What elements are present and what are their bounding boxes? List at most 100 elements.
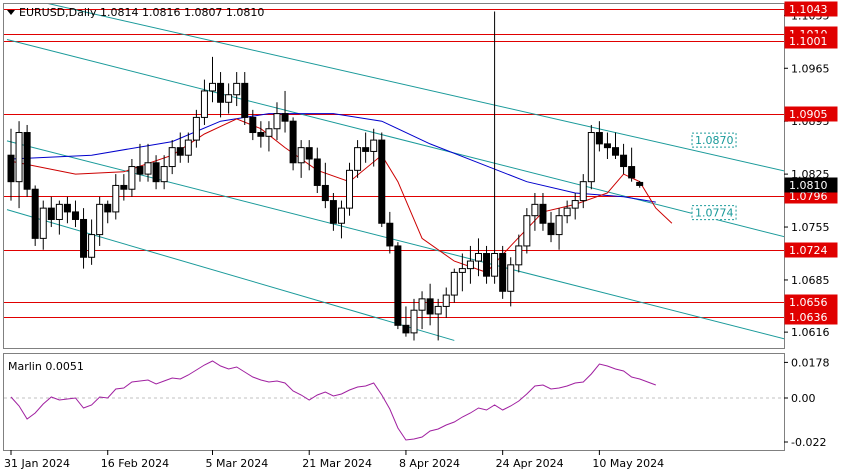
candle-body	[450, 271, 458, 296]
candle-body	[71, 211, 79, 220]
candle-body	[491, 252, 499, 277]
oscillator-title: Marlin 0.0051	[8, 360, 84, 373]
candle-body	[410, 309, 418, 334]
candle-body	[362, 147, 370, 152]
current-price-label: 1.0810	[789, 179, 828, 192]
candle-body	[442, 294, 450, 307]
candle-body	[628, 166, 636, 179]
candle-body	[47, 207, 55, 220]
candle-body	[515, 245, 523, 266]
price-axis: 1.06161.06851.07551.08251.08951.09651.10…	[784, 1, 838, 339]
candle-body	[563, 207, 571, 217]
candle-body	[209, 82, 216, 92]
candle-body	[281, 113, 289, 122]
price-tick-label: 1.0616	[791, 326, 830, 339]
candle-body	[176, 147, 184, 156]
candle-body	[547, 222, 555, 236]
candle-body	[104, 203, 112, 213]
candle-body	[474, 252, 482, 262]
candle-body	[289, 120, 297, 164]
candle-body	[241, 82, 249, 118]
level-label: 1.0656	[789, 296, 828, 309]
candle-body	[305, 147, 313, 160]
candle-body	[555, 215, 563, 236]
candle-body	[321, 184, 329, 202]
candle-body	[273, 113, 281, 130]
candle-body	[636, 181, 644, 186]
candle-body	[539, 203, 547, 224]
time-axis: 31 Jan 2024 16 Feb 2024 5 Mar 2024 21 Mar 2…	[4, 450, 664, 470]
time-tick-label: 31 Jan 2024	[4, 457, 70, 470]
candle-body	[603, 143, 611, 149]
channel-value-label: 1.0774	[695, 207, 734, 220]
candle-body	[39, 207, 47, 239]
time-tick-label: 21 Mar 2024	[302, 457, 372, 470]
candle-body	[507, 264, 515, 292]
candle-body	[144, 162, 152, 175]
candle-body	[128, 166, 136, 190]
candle-body	[499, 252, 507, 292]
candle-body	[80, 218, 88, 258]
candle-body	[225, 94, 233, 103]
symbol-title: EURUSD,Daily 1.0814 1.0816 1.0807 1.0810	[19, 6, 264, 19]
candle-body	[257, 132, 265, 137]
candle-body	[426, 298, 434, 315]
candle-body	[458, 268, 466, 273]
symbol-header: EURUSD,Daily 1.0814 1.0816 1.0807 1.0810	[7, 6, 264, 19]
candle-body	[55, 203, 63, 220]
candle-body	[612, 147, 619, 156]
candle-body	[200, 90, 208, 118]
candle-body	[217, 82, 225, 103]
candle-body	[7, 154, 15, 183]
candle-body	[168, 147, 176, 168]
time-tick-label: 5 Mar 2024	[206, 457, 269, 470]
candle-body	[184, 139, 192, 156]
candle-body	[96, 203, 104, 236]
candle-body	[346, 169, 354, 209]
channel-value-label: 1.0870	[695, 134, 734, 147]
candle-body	[378, 139, 386, 224]
time-tick-label: 16 Feb 2024	[101, 457, 169, 470]
time-tick-label: 8 Apr 2024	[399, 457, 460, 470]
time-tick-label: 24 Apr 2024	[496, 457, 564, 470]
candle-body	[337, 207, 345, 224]
candle-body	[466, 260, 474, 270]
osc-tick-label: 0.00	[791, 392, 816, 405]
candle-body	[418, 298, 426, 311]
candle-body	[31, 188, 39, 239]
candle-body	[354, 147, 362, 171]
level-label: 1.0724	[789, 244, 828, 257]
price-tick-label: 1.0965	[791, 62, 830, 75]
candle-body	[88, 234, 96, 258]
candle-body	[160, 166, 168, 183]
candle-body	[531, 203, 539, 217]
candle-body	[370, 139, 378, 152]
candle-body	[136, 166, 144, 175]
candle-body	[120, 184, 128, 190]
candle-body	[329, 200, 337, 224]
candle-body	[265, 128, 273, 137]
candle-body	[620, 154, 628, 168]
candle-body	[523, 215, 531, 247]
candle-body	[571, 200, 579, 209]
candle-body	[402, 324, 410, 334]
level-label: 1.1043	[789, 3, 828, 16]
candle-body	[386, 222, 394, 247]
candle-body	[394, 245, 402, 326]
candle-body	[23, 132, 31, 190]
candle-body	[579, 181, 587, 202]
candle-body	[587, 132, 595, 183]
price-tick-label: 1.0755	[791, 221, 830, 234]
oscillator-panel[interactable]	[3, 353, 785, 451]
candle-body	[192, 116, 200, 141]
candle-body	[249, 116, 257, 134]
candle-body	[434, 305, 442, 315]
price-tick-label: 1.0685	[791, 274, 830, 287]
osc-tick-label: -0.022	[791, 436, 826, 449]
osc-tick-label: 0.0178	[791, 356, 830, 369]
candle-body	[595, 132, 603, 145]
trading-chart[interactable]: 1.0870 1.0774 0.0178 0.00 -0.022 1.0616 1.06…	[0, 0, 841, 475]
level-label: 1.1001	[789, 35, 828, 48]
candle-body	[233, 82, 241, 96]
candle-body	[297, 147, 305, 164]
